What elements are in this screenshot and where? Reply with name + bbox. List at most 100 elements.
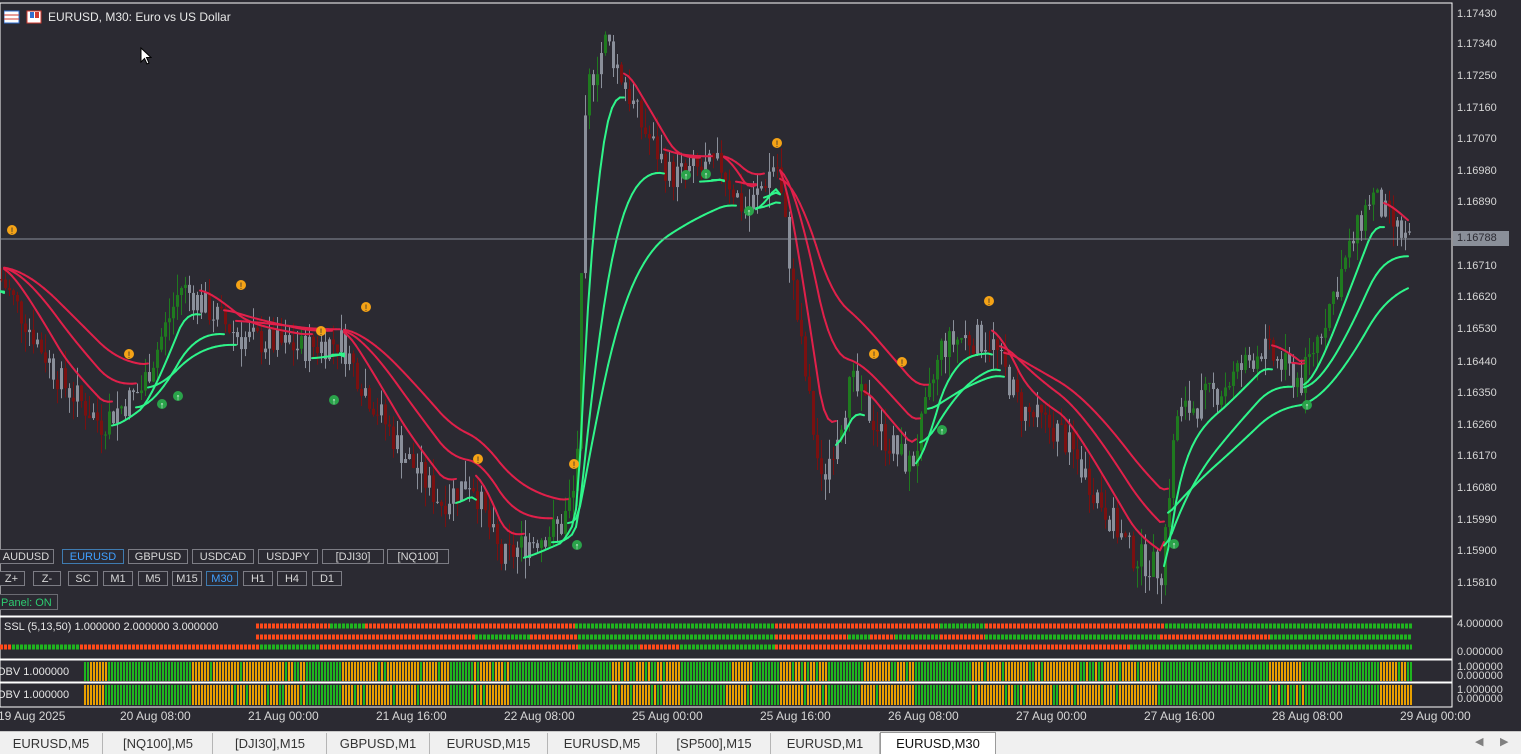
obv2-histogram-bar [189, 685, 191, 705]
timeframe-button-h1[interactable]: H1 [243, 571, 273, 586]
symbol-button-nq100[interactable]: [NQ100] [387, 549, 449, 564]
candle-body [960, 338, 963, 340]
chart-tab-bar: EURUSD,M5 [NQ100],M5 [DJI30],M15 GBPUSD,M1 E… [0, 731, 1521, 754]
obv2-histogram-bar [138, 685, 140, 705]
obv1-histogram-bar [453, 662, 455, 681]
ssl-medium-line [55, 314, 61, 323]
obv1-histogram-bar [1380, 662, 1382, 681]
obv1-histogram-bar [1209, 662, 1211, 681]
tab-eurusd-m1[interactable]: EURUSD,M1 [771, 733, 880, 754]
obv2-histogram-bar [207, 685, 209, 705]
timeframe-button-m5[interactable]: M5 [138, 571, 168, 586]
ssl-medium-line [815, 281, 821, 303]
ssl-medium-line [611, 240, 617, 261]
candle-body [444, 505, 447, 515]
obv1-histogram-bar [639, 662, 641, 681]
symbol-button-dji30[interactable]: [DJI30] [322, 549, 384, 564]
tab-eurusd-m30[interactable]: EURUSD,M30 [880, 732, 996, 754]
obv2-histogram-bar [411, 685, 413, 705]
obv1-histogram-bar [1125, 662, 1127, 681]
ssl-medium-line [1323, 364, 1329, 373]
ssl-medium-line [407, 398, 413, 406]
tab--dji30--m15[interactable]: [DJI30],M15 [214, 733, 327, 754]
obv1-histogram-bar [168, 662, 170, 681]
obv1-histogram-bar [717, 662, 719, 681]
obv2-histogram-bar [972, 685, 974, 705]
ssl-slow-line [823, 268, 829, 280]
tab-eurusd-m15[interactable]: EURUSD,M15 [430, 733, 548, 754]
chart-window[interactable]: !!!!!!!!!!! ↑ ↑ ↑ ↑ ↑ ↑ ↑ ↑ ↑ ↑ EURUSD, M30: Euro … [0, 0, 1521, 754]
timeframe-button-h4[interactable]: H4 [277, 571, 307, 586]
obv2-histogram-bar [1035, 685, 1037, 705]
ssl-fast-line [647, 105, 653, 115]
timeframe-button-sc[interactable]: SC [68, 571, 98, 586]
obv1-histogram-bar [558, 662, 560, 681]
candle-body [1196, 408, 1199, 419]
candle-body [296, 348, 299, 351]
obv1-histogram-bar [525, 662, 527, 681]
tab-eurusd-m5[interactable]: EURUSD,M5 [548, 733, 657, 754]
timeframe-button-zplus[interactable]: Z+ [0, 571, 25, 586]
obv2-histogram-bar [177, 685, 179, 705]
tab-scroll-right-icon[interactable]: ▶ [1500, 735, 1508, 748]
obv1-histogram-bar [567, 662, 569, 681]
obv1-histogram-bar [1011, 662, 1013, 681]
candle-body [364, 388, 367, 396]
obv2-histogram-bar [687, 685, 689, 705]
obv2-histogram-bar [210, 685, 212, 705]
obv1-histogram-bar [210, 662, 212, 681]
price-axis-label: 1.16710 [1457, 260, 1497, 272]
obv2-histogram-bar [1158, 685, 1160, 705]
panel-toggle-button[interactable]: Panel: ON [0, 594, 58, 610]
obv2-histogram-bar [699, 685, 701, 705]
obv2-histogram-bar [555, 685, 557, 705]
obv1-histogram-bar [144, 662, 146, 681]
obv1-histogram-bar [849, 662, 851, 681]
candle-body [196, 294, 199, 311]
tab--nq100--m5[interactable]: [NQ100],M5 [104, 733, 213, 754]
ssl-fast-line [791, 215, 797, 241]
save-template-icon[interactable] [26, 10, 42, 24]
tab-gbpusd-m1[interactable]: GBPUSD,M1 [327, 733, 430, 754]
timeframe-button-m15[interactable]: M15 [172, 571, 202, 586]
obv2-histogram-bar [1152, 685, 1154, 705]
sell-signal-glyph: ! [320, 327, 323, 337]
candle-body [876, 430, 879, 432]
obv1-histogram-bar [573, 662, 575, 681]
symbol-button-eurusd[interactable]: EURUSD [62, 549, 124, 564]
timeframe-button-zminus[interactable]: Z- [33, 571, 61, 586]
tab-eurusd-m5[interactable]: EURUSD,M5 [0, 733, 103, 754]
obv1-histogram-bar [795, 662, 797, 681]
ssl-medium-line [1175, 511, 1181, 524]
ssl-medium-line [495, 484, 501, 493]
obv2-histogram-bar [1251, 685, 1253, 705]
price-chart[interactable]: !!!!!! !!!!!↑↑ ↑↑↑ ↑↑↑↑↑ [0, 0, 1521, 754]
obv2-histogram-bar [150, 685, 152, 705]
symbol-button-gbpusd[interactable]: GBPUSD [128, 549, 188, 564]
ssl-fast-line [387, 396, 393, 406]
obv1-histogram-bar [852, 662, 854, 681]
candle-body [244, 337, 247, 350]
obv2-histogram-bar [708, 685, 710, 705]
obv1-histogram-bar [1068, 662, 1070, 681]
candle-body [1260, 356, 1263, 359]
candle-body [20, 301, 23, 324]
timeframe-button-m1[interactable]: M1 [103, 571, 133, 586]
candle-body [1220, 396, 1223, 405]
obv2-histogram-bar [588, 685, 590, 705]
ssl-medium-line [427, 425, 433, 433]
timeframe-button-d1[interactable]: D1 [312, 571, 342, 586]
obv2-histogram-bar [744, 685, 746, 705]
symbol-button-usdcad[interactable]: USDCAD [192, 549, 254, 564]
obv2-histogram-bar [1056, 685, 1058, 705]
tab--sp500--m15[interactable]: [SP500],M15 [658, 733, 771, 754]
symbol-button-audusd[interactable]: AUDUSD [0, 549, 54, 564]
timeframe-button-m30[interactable]: M30 [206, 571, 238, 586]
symbol-button-usdjpy[interactable]: USDJPY [258, 549, 318, 564]
candle-body [1292, 363, 1295, 388]
tab-scroll-left-icon[interactable]: ◀ [1475, 735, 1483, 748]
candle-body [256, 327, 259, 331]
ssl-fast-line [1335, 313, 1341, 327]
candle-body [200, 294, 203, 313]
candle-body [772, 167, 775, 172]
